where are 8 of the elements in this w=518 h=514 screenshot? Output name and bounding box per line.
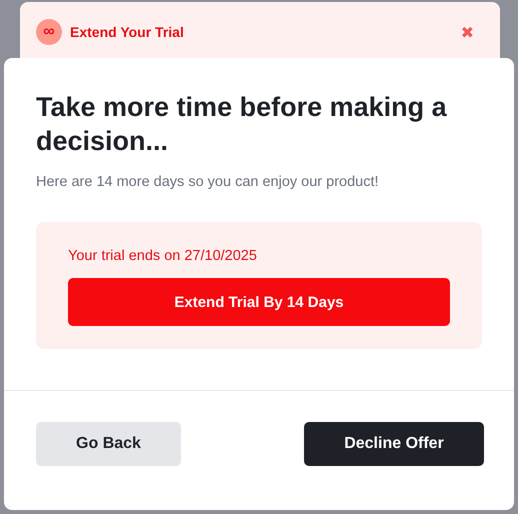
dialog-subtitle: Here are 14 more days so you can enjoy our product! [36,174,380,190]
infinity-icon: ∞ [36,19,62,45]
dialog-heading: Take more time before making a decision... [36,91,448,158]
decline-button[interactable]: Decline Offer [304,422,484,466]
extend-trial-button[interactable]: Extend Trial By 14 Days [68,278,450,326]
banner-title: Extend Your Trial [70,24,185,40]
back-button[interactable]: Go Back [36,422,181,466]
trial-end-notice: Your trial ends on 27/10/2025 [68,248,258,264]
